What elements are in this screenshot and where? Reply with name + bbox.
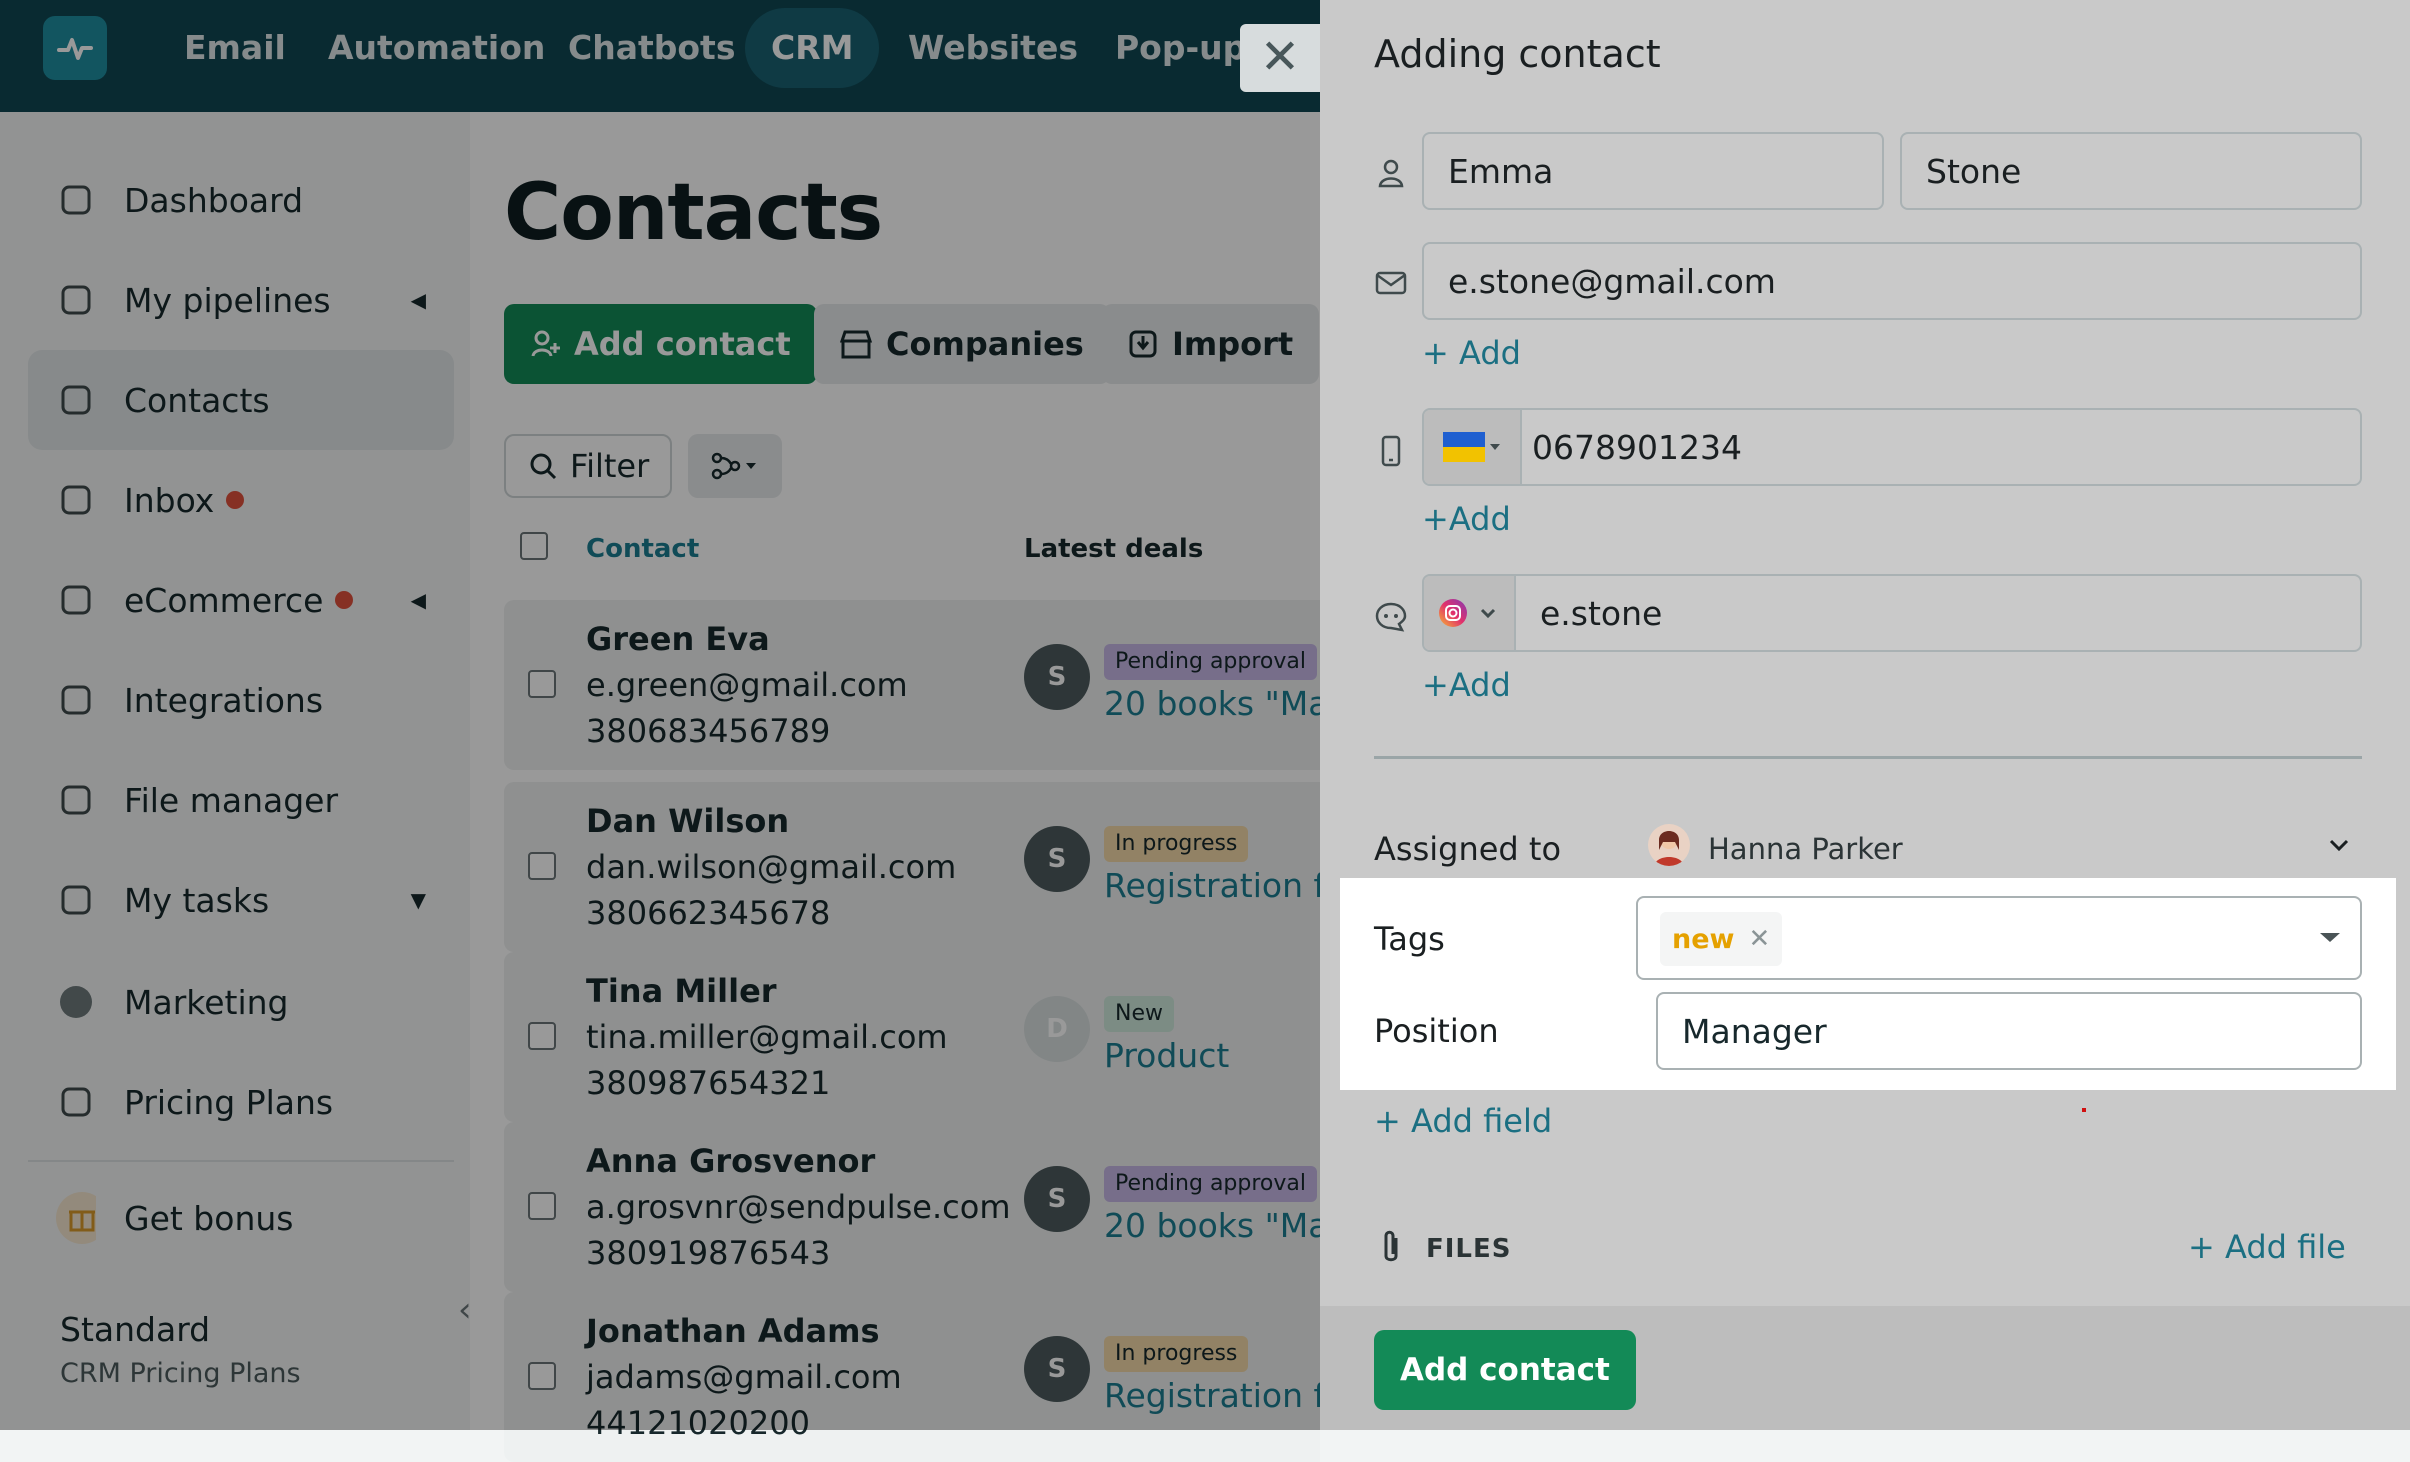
add-field-link[interactable]: + Add field	[1374, 1102, 1552, 1140]
assigned-to-label: Assigned to	[1374, 830, 1562, 868]
position-label: Position	[1374, 1012, 1499, 1050]
section-divider	[1374, 756, 2362, 759]
last-name-field[interactable]: Stone	[1900, 132, 2362, 210]
submit-label: Add contact	[1400, 1352, 1610, 1388]
country-code-select[interactable]	[1424, 410, 1522, 484]
phone-value: 0678901234	[1532, 427, 1742, 467]
tags-dropdown-icon[interactable]	[2318, 930, 2342, 946]
panel-title: Adding contact	[1374, 32, 1661, 76]
submit-add-contact-button[interactable]: Add contact	[1374, 1330, 1636, 1410]
paperclip-icon	[1384, 1230, 1398, 1262]
ukraine-flag-icon	[1443, 432, 1500, 462]
assignee-name[interactable]: Hanna Parker	[1708, 832, 1903, 866]
add-email-link[interactable]: + Add	[1422, 334, 1521, 372]
phone-field[interactable]: 0678901234	[1422, 408, 2362, 486]
chat-icon	[1375, 602, 1407, 632]
email-field[interactable]: e.stone@gmail.com	[1422, 242, 2362, 320]
last-name-value: Stone	[1926, 151, 2022, 191]
person-icon	[1378, 159, 1404, 188]
messenger-field[interactable]: e.stone	[1422, 574, 2362, 652]
tag-chip: new ✕	[1660, 912, 1783, 966]
first-name-value: Emma	[1448, 151, 1554, 191]
phone-icon	[1381, 435, 1401, 467]
modal-overlay[interactable]	[0, 0, 1320, 1430]
add-phone-link[interactable]: +Add	[1422, 500, 1511, 538]
add-file-link[interactable]: + Add file	[2188, 1228, 2346, 1266]
position-field[interactable]: Manager	[1656, 992, 2362, 1070]
assignee-chevron-down-icon[interactable]	[2326, 832, 2352, 864]
close-icon: ✕	[1259, 29, 1301, 85]
first-name-field[interactable]: Emma	[1422, 132, 1884, 210]
close-panel-button[interactable]: ✕	[1240, 24, 1320, 92]
messenger-value: e.stone	[1540, 593, 1663, 633]
messenger-type-select[interactable]	[1424, 576, 1516, 650]
tags-label: Tags	[1374, 920, 1445, 958]
files-label: FILES	[1426, 1234, 1512, 1264]
tag-label: new	[1672, 923, 1735, 955]
tags-select[interactable]: new ✕	[1636, 896, 2362, 980]
adding-contact-panel	[1320, 0, 2410, 1430]
add-messenger-link[interactable]: +Add	[1422, 666, 1511, 704]
position-value: Manager	[1682, 1011, 1827, 1051]
remove-tag-icon[interactable]: ✕	[1748, 924, 1770, 954]
instagram-icon	[1439, 599, 1496, 627]
assignee-avatar	[1648, 824, 1690, 866]
mail-icon	[1375, 271, 1407, 295]
email-value: e.stone@gmail.com	[1448, 261, 1776, 301]
red-marker	[2082, 1108, 2086, 1112]
